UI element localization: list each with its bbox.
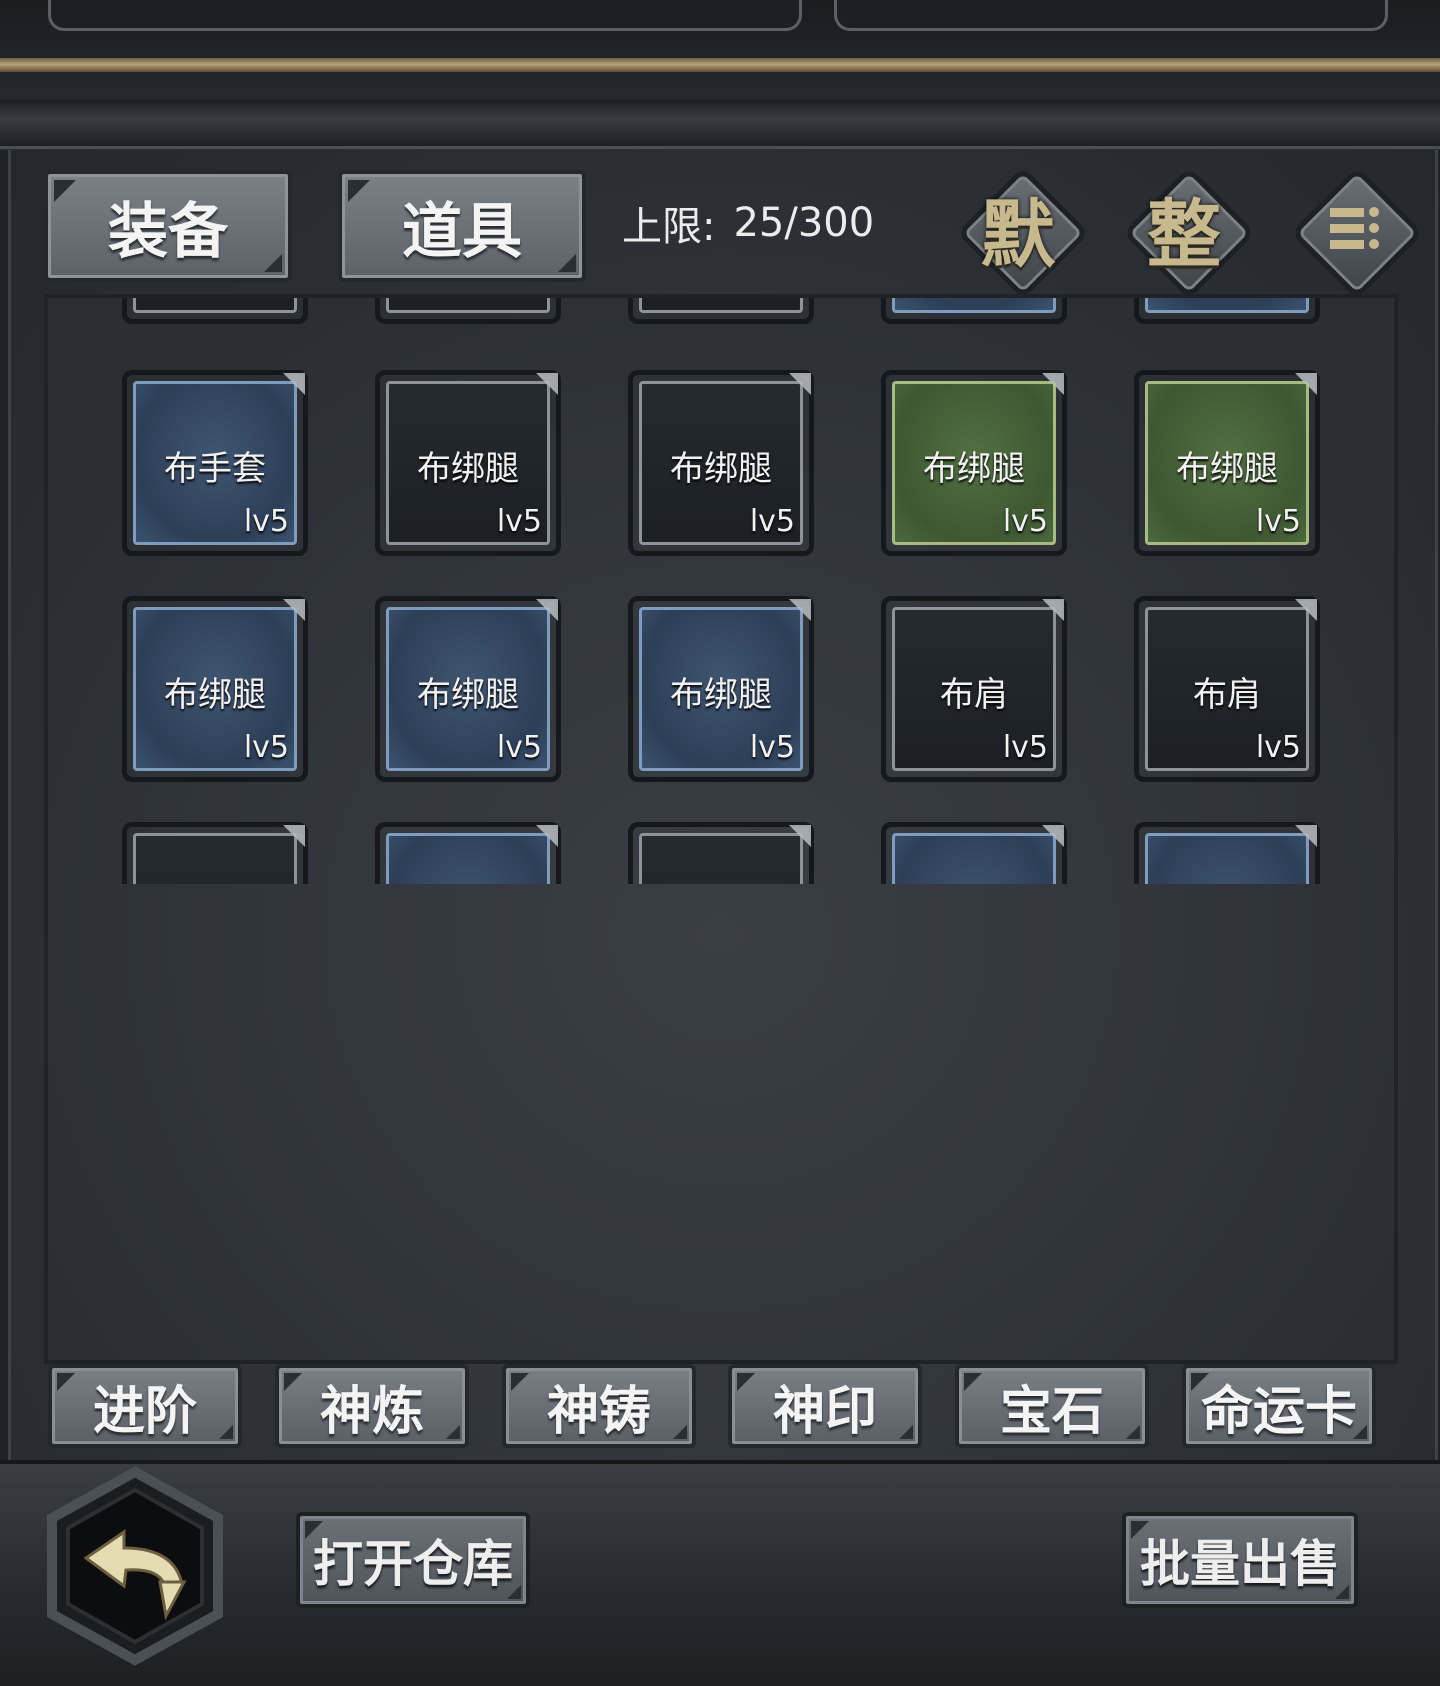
item-name: 布绑腿 — [670, 449, 772, 489]
menu-button[interactable] — [1290, 166, 1424, 300]
item-name: 布绑腿 — [1176, 449, 1278, 489]
item-slot[interactable] — [1134, 298, 1320, 324]
top-stripe — [0, 100, 1440, 149]
tab-items[interactable]: 道具 — [338, 170, 586, 282]
item-slot[interactable] — [122, 298, 308, 324]
item-level: lv5 — [496, 730, 542, 765]
capacity-value: 25/300 — [733, 200, 875, 246]
item-level: lv5 — [749, 730, 795, 765]
item-level: lv5 — [1002, 504, 1048, 539]
item-slot[interactable]: 布绑腿 lv5 — [1134, 370, 1320, 556]
inventory-grid[interactable]: 布手套 lv5 布绑腿 lv5 布绑腿 lv5 布绑腿 lv5 布绑腿 lv5 … — [44, 294, 1398, 1364]
organize-glyph: 整 — [1147, 191, 1221, 278]
top-slot-right — [834, 0, 1388, 31]
item-level: lv5 — [1002, 730, 1048, 765]
item-slot[interactable]: 布绑腿 lv5 — [628, 370, 814, 556]
partial-row-bottom — [122, 822, 1322, 884]
top-frame — [0, 0, 1440, 150]
item-level: lv5 — [1255, 504, 1301, 539]
item-name: 布绑腿 — [417, 675, 519, 715]
list-icon — [1330, 207, 1379, 249]
item-slot[interactable] — [881, 298, 1067, 324]
back-button[interactable] — [42, 1466, 228, 1666]
item-slot[interactable]: 布手套 lv5 — [122, 370, 308, 556]
item-slot[interactable] — [881, 822, 1067, 884]
advance-button[interactable]: 进阶 — [48, 1364, 242, 1448]
default-sort-button[interactable]: 默 — [956, 166, 1090, 300]
item-slot[interactable]: 布肩 lv5 — [1134, 596, 1320, 782]
item-name: 布绑腿 — [417, 449, 519, 489]
item-name: 布绑腿 — [923, 449, 1025, 489]
item-slot[interactable] — [628, 822, 814, 884]
forge-button[interactable]: 神铸 — [502, 1364, 696, 1448]
item-slot[interactable]: 布肩 lv5 — [881, 596, 1067, 782]
back-arrow-icon — [47, 1466, 223, 1666]
capacity-label: 上限: 25/300 — [622, 196, 874, 250]
item-name: 布手套 — [164, 449, 266, 489]
item-name: 布绑腿 — [164, 675, 266, 715]
default-sort-glyph: 默 — [981, 191, 1055, 278]
seal-button[interactable]: 神印 — [728, 1364, 922, 1448]
item-name: 布肩 — [1193, 675, 1261, 715]
item-level: lv5 — [243, 504, 289, 539]
batch-sell-button[interactable]: 批量出售 — [1122, 1512, 1358, 1608]
capacity-label-text: 上限: — [622, 204, 716, 250]
gold-trim — [0, 58, 1440, 72]
item-slot[interactable] — [628, 298, 814, 324]
item-slot[interactable] — [122, 822, 308, 884]
item-level: lv5 — [749, 504, 795, 539]
fate-card-button[interactable]: 命运卡 — [1182, 1364, 1376, 1448]
item-level: lv5 — [243, 730, 289, 765]
item-level: lv5 — [496, 504, 542, 539]
item-name: 布绑腿 — [670, 675, 772, 715]
item-slot[interactable]: 布绑腿 lv5 — [122, 596, 308, 782]
organize-button[interactable]: 整 — [1122, 166, 1256, 300]
refine-button[interactable]: 神炼 — [275, 1364, 469, 1448]
item-slot[interactable]: 布绑腿 lv5 — [881, 370, 1067, 556]
item-slot[interactable] — [1134, 822, 1320, 884]
tab-equipment[interactable]: 装备 — [44, 170, 292, 282]
item-level: lv5 — [1255, 730, 1301, 765]
item-slot[interactable]: 布绑腿 lv5 — [375, 370, 561, 556]
item-name: 布肩 — [940, 675, 1008, 715]
partial-row-top — [122, 298, 1322, 328]
item-slot[interactable]: 布绑腿 lv5 — [375, 596, 561, 782]
item-slot[interactable] — [375, 822, 561, 884]
open-warehouse-button[interactable]: 打开仓库 — [296, 1512, 530, 1608]
item-slot[interactable]: 布绑腿 lv5 — [628, 596, 814, 782]
top-slot-left — [48, 0, 802, 31]
gem-button[interactable]: 宝石 — [955, 1364, 1149, 1448]
item-slot[interactable] — [375, 298, 561, 324]
